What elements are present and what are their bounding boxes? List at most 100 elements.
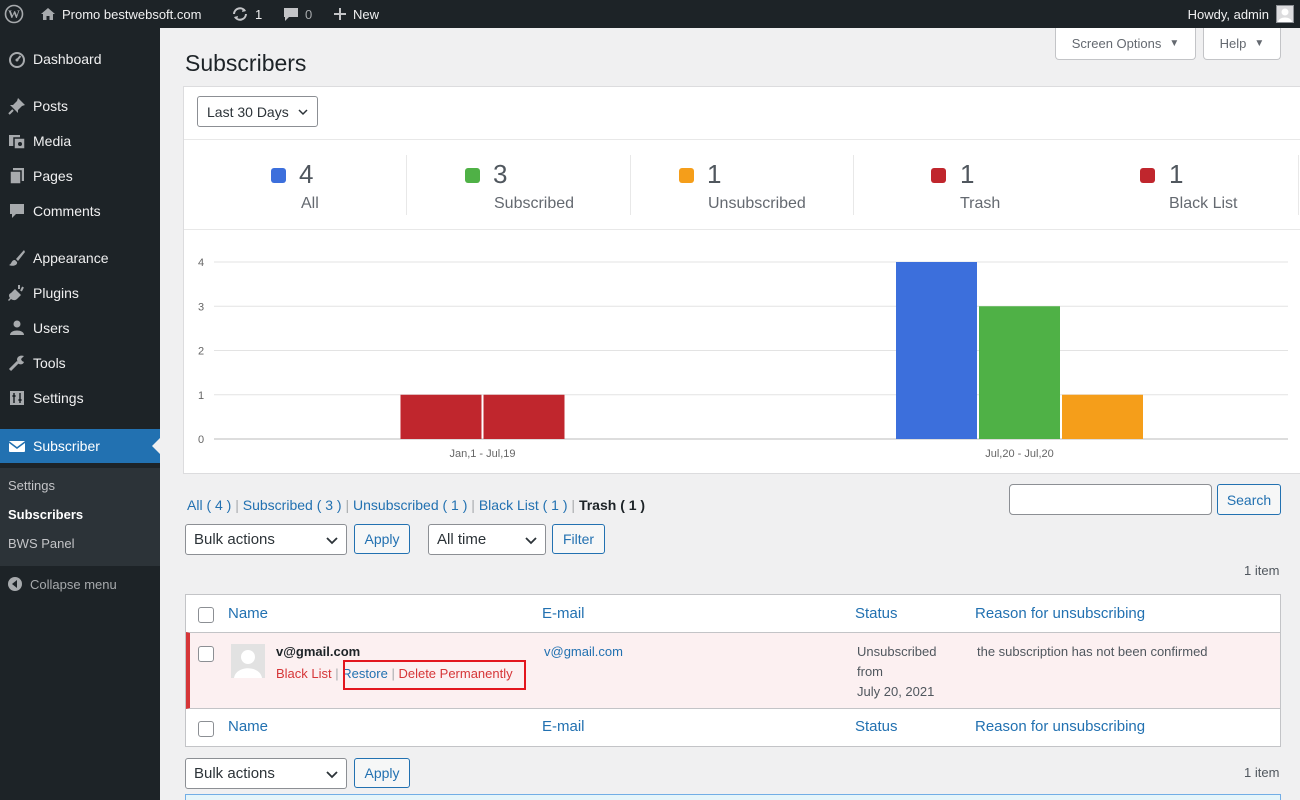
notice-banner	[185, 794, 1281, 800]
bulk-actions-value: Bulk actions	[194, 765, 275, 782]
refresh-icon	[231, 6, 249, 22]
sidebar-item-label: Pages	[33, 168, 73, 184]
comments-count: 0	[305, 6, 313, 22]
site-name: Promo bestwebsoft.com	[62, 6, 202, 22]
blacklist-action-link[interactable]: Black List	[276, 666, 332, 681]
subscriber-email-link[interactable]: v@gmail.com	[544, 644, 623, 659]
sidebar-item-label: Subscriber	[33, 438, 100, 454]
pushpin-icon	[0, 97, 33, 115]
sidebar-item-label: Dashboard	[33, 51, 102, 67]
column-footer-name[interactable]: Name	[228, 718, 268, 735]
bulk-actions-select-bottom[interactable]: Bulk actions	[185, 758, 347, 789]
filter-button[interactable]: Filter	[552, 524, 605, 554]
apply-button-top[interactable]: Apply	[354, 524, 410, 554]
highlight-box	[343, 660, 526, 690]
sidebar-item-subscriber[interactable]: Subscriber	[0, 429, 160, 463]
sidebar-item-label: Appearance	[33, 250, 109, 266]
sidebar-item-label: Settings	[33, 390, 84, 406]
avatar	[231, 644, 265, 678]
sidebar-item-appearance[interactable]: Appearance	[0, 241, 160, 275]
sidebar-item-comments[interactable]: Comments	[0, 194, 160, 228]
search-input[interactable]	[1009, 484, 1212, 515]
search-button[interactable]: Search	[1217, 484, 1281, 515]
view-all-link[interactable]: All ( 4 )	[187, 497, 231, 513]
column-footer-reason[interactable]: Reason for unsubscribing	[975, 718, 1145, 735]
account-menu[interactable]: Howdy, admin	[1188, 0, 1294, 28]
column-footer-status[interactable]: Status	[855, 718, 898, 735]
submenu-item-settings[interactable]: Settings	[8, 478, 55, 493]
time-filter-select[interactable]: All time	[428, 524, 546, 555]
admin-sidebar: Dashboard Posts Media Pages Comments App…	[0, 28, 160, 800]
new-content-link[interactable]: New	[333, 0, 379, 28]
bulk-actions-select-top[interactable]: Bulk actions	[185, 524, 347, 555]
view-unsubscribed-link[interactable]: Unsubscribed ( 1 )	[353, 497, 467, 513]
chart-bar	[1062, 394, 1143, 439]
sidebar-item-dashboard[interactable]: Dashboard	[0, 42, 160, 76]
collapse-label: Collapse menu	[30, 576, 117, 592]
sidebar-item-settings[interactable]: Settings	[0, 381, 160, 415]
x-tick-label: Jul,20 - Jul,20	[985, 448, 1053, 460]
subscribers-table: Name E-mail Status Reason for unsubscrib…	[185, 594, 1281, 747]
reason-text: the subscription has not been confirmed	[977, 644, 1208, 659]
select-all-checkbox[interactable]	[198, 607, 214, 623]
svg-text:W: W	[8, 7, 20, 21]
sidebar-item-posts[interactable]: Posts	[0, 89, 160, 123]
status-text-line1: Unsubscribed	[857, 644, 937, 659]
caret-down-icon: ▼	[1254, 38, 1265, 49]
action-separator: |	[335, 666, 339, 681]
status-text-line2: from	[857, 664, 883, 679]
media-icon	[0, 132, 33, 150]
updates-link[interactable]: 1	[231, 0, 262, 28]
wordpress-logo-icon[interactable]: W	[4, 0, 24, 28]
items-count-bottom: 1 item	[1244, 765, 1280, 780]
view-separator: |	[235, 497, 239, 513]
view-subscribed-link[interactable]: Subscribed ( 3 )	[243, 497, 342, 513]
comment-icon	[0, 202, 33, 220]
sidebar-item-media[interactable]: Media	[0, 124, 160, 158]
column-header-email[interactable]: E-mail	[542, 605, 585, 622]
sidebar-item-label: Tools	[33, 355, 66, 371]
chart-bar	[979, 306, 1060, 439]
site-name-link[interactable]: Promo bestwebsoft.com	[40, 0, 201, 28]
help-button[interactable]: Help ▼	[1203, 28, 1281, 60]
view-trash-current[interactable]: Trash ( 1 )	[579, 497, 645, 513]
submenu-item-subscribers[interactable]: Subscribers	[8, 507, 83, 522]
caret-down-icon: ▼	[1169, 38, 1180, 49]
plug-icon	[0, 284, 33, 302]
table-row: v@gmail.com Black List | Restore | Delet…	[186, 632, 1280, 709]
brush-icon	[0, 249, 33, 267]
column-footer-email[interactable]: E-mail	[542, 718, 585, 735]
column-header-status[interactable]: Status	[855, 605, 898, 622]
chart-bar	[896, 262, 977, 439]
y-tick-label: 2	[198, 346, 204, 358]
time-filter-value: All time	[437, 531, 487, 548]
sidebar-item-users[interactable]: Users	[0, 311, 160, 345]
sidebar-item-pages[interactable]: Pages	[0, 159, 160, 193]
column-header-name[interactable]: Name	[228, 605, 268, 622]
status-text-line3: July 20, 2021	[857, 684, 935, 699]
select-all-checkbox-footer[interactable]	[198, 721, 214, 737]
view-blacklist-link[interactable]: Black List ( 1 )	[479, 497, 568, 513]
collapse-menu-button[interactable]: Collapse menu	[0, 572, 117, 596]
comments-link[interactable]: 0	[283, 0, 312, 28]
sidebar-item-tools[interactable]: Tools	[0, 346, 160, 380]
sidebar-item-label: Plugins	[33, 285, 79, 301]
items-count-top: 1 item	[1244, 563, 1280, 578]
sidebar-item-label: Posts	[33, 98, 69, 114]
statistics-panel: Last 30 Days 4 All 3 Subscribed 1 Unsubs…	[183, 86, 1300, 474]
chevron-down-icon	[325, 767, 339, 785]
subscriber-name: v@gmail.com	[276, 644, 361, 659]
apply-button-bottom[interactable]: Apply	[354, 758, 410, 788]
bulk-actions-value: Bulk actions	[194, 531, 275, 548]
row-checkbox[interactable]	[198, 646, 214, 662]
updates-count: 1	[255, 6, 263, 22]
y-tick-label: 3	[198, 301, 204, 313]
column-header-reason[interactable]: Reason for unsubscribing	[975, 605, 1145, 622]
submenu-item-bws-panel[interactable]: BWS Panel	[8, 536, 74, 551]
sidebar-item-plugins[interactable]: Plugins	[0, 276, 160, 310]
screen-options-button[interactable]: Screen Options ▼	[1055, 28, 1196, 60]
settings-icon	[0, 389, 33, 407]
view-separator: |	[571, 497, 576, 513]
wrench-icon	[0, 354, 33, 372]
dashboard-icon	[0, 50, 33, 68]
